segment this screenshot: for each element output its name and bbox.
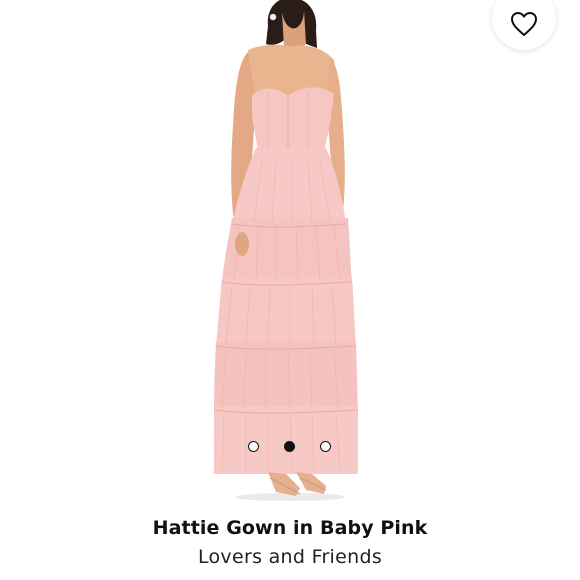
product-image[interactable] xyxy=(0,0,580,505)
carousel-dots xyxy=(0,441,580,455)
carousel-dot-3[interactable] xyxy=(320,441,331,452)
carousel-dot-1[interactable] xyxy=(248,441,259,452)
product-card[interactable]: Hattie Gown in Baby Pink Lovers and Frie… xyxy=(0,0,580,580)
product-brand[interactable]: Lovers and Friends xyxy=(0,546,580,568)
heart-outline-icon xyxy=(511,12,537,36)
carousel-dot-2[interactable] xyxy=(284,441,295,452)
product-title[interactable]: Hattie Gown in Baby Pink xyxy=(0,517,580,539)
